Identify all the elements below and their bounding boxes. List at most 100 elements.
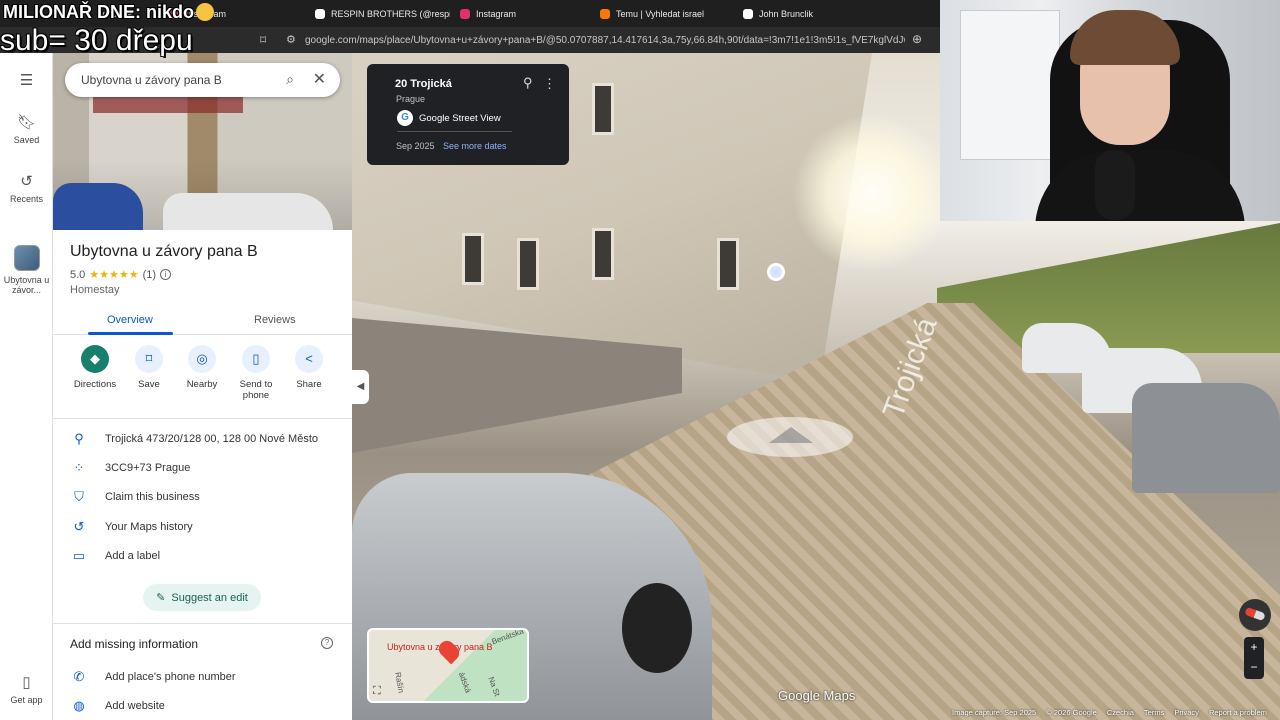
- streamer-hair: [1070, 10, 1180, 65]
- sv-city: Prague: [396, 94, 426, 104]
- navigation-arrow[interactable]: [727, 417, 853, 457]
- help-icon[interactable]: ?: [321, 637, 333, 649]
- saved-button[interactable]: 🔖︎ Saved: [0, 113, 53, 145]
- sv-address: 20 Trojická: [395, 78, 452, 90]
- terms-link[interactable]: Terms: [1144, 708, 1164, 720]
- google-logo-icon: G: [397, 110, 413, 126]
- place-category[interactable]: Homestay: [70, 284, 120, 296]
- history-icon: ↺: [73, 519, 85, 534]
- place-tabs: Overview Reviews: [53, 305, 352, 335]
- phone-icon: ✆: [73, 669, 85, 684]
- car-wheel: [622, 583, 692, 673]
- tab-overview[interactable]: Overview: [107, 314, 153, 326]
- directions-button[interactable]: ◆ Directions: [65, 345, 125, 390]
- add-phone-row[interactable]: ✆ Add place's phone number: [53, 666, 352, 688]
- place-thumbnail: [13, 245, 40, 271]
- minimap-street-label: Benátská: [490, 628, 525, 647]
- compass-icon[interactable]: [1239, 599, 1271, 631]
- window: [462, 233, 484, 285]
- window: [592, 83, 614, 135]
- recent-place-button[interactable]: Ubytovna u závor...: [0, 245, 53, 295]
- review-count[interactable]: (1): [143, 269, 156, 281]
- parked-car: [1132, 383, 1280, 493]
- share-button[interactable]: < Share: [279, 345, 339, 390]
- smile-emoji-icon: [196, 3, 214, 21]
- tiktok-icon: [315, 8, 325, 19]
- plus-code-icon: ⁘: [73, 460, 85, 475]
- location-pin-icon: ⚲: [74, 431, 84, 446]
- add-website-row[interactable]: ◍ Add website: [53, 695, 352, 717]
- browser-tab[interactable]: Instagram: [450, 0, 590, 27]
- add-label-row[interactable]: ▭ Add a label: [53, 545, 352, 567]
- get-app-button[interactable]: ▯ Get app: [0, 673, 53, 705]
- send-to-phone-icon: ▯: [242, 345, 270, 373]
- privacy-link[interactable]: Privacy: [1174, 708, 1199, 720]
- browser-tab[interactable]: RESPIN BROTHERS (@respinb: [305, 0, 450, 27]
- close-icon[interactable]: ✕: [313, 69, 326, 89]
- google-maps-logo: Google Maps: [778, 688, 856, 703]
- bookmark-icon[interactable]: ⌑: [260, 33, 266, 47]
- maps-history-row[interactable]: ↺ Your Maps history: [53, 516, 352, 538]
- stream-overlay-title: MILIONAŘ DNE: nikdo: [3, 2, 214, 23]
- location-pin-icon[interactable]: ⚲: [523, 75, 533, 91]
- rating-value: 5.0: [70, 268, 86, 281]
- window: [717, 238, 739, 290]
- tab-reviews[interactable]: Reviews: [254, 314, 296, 326]
- expand-icon[interactable]: ⛶: [373, 685, 381, 698]
- divider: [53, 623, 352, 624]
- bookmark-icon: ⌑: [135, 345, 163, 373]
- active-tab-indicator: [88, 332, 173, 335]
- site-settings-icon[interactable]: ⚙: [286, 33, 296, 46]
- label-icon: ▭: [72, 548, 86, 563]
- report-problem-link[interactable]: Report a problem: [1209, 708, 1267, 720]
- bookmark-icon: 🔖︎: [16, 114, 37, 131]
- zoom-icon[interactable]: ⊕: [912, 32, 922, 46]
- zoom-in-button[interactable]: +: [1244, 637, 1264, 657]
- verified-shield-icon: ⛉: [74, 489, 84, 504]
- globe-icon: ◍: [73, 698, 85, 713]
- save-button[interactable]: ⌑ Save: [119, 345, 179, 390]
- zoom-out-button[interactable]: −: [1244, 657, 1264, 677]
- browser-tab[interactable]: Temu | Vyhledat israel: [590, 0, 733, 27]
- action-buttons: ◆ Directions ⌑ Save ◎ Nearby ▯ Send to p…: [53, 345, 352, 415]
- see-more-dates-link[interactable]: See more dates: [443, 141, 507, 151]
- search-box[interactable]: Ubytovna u závory pana B ⌕ ✕: [65, 63, 340, 97]
- search-input[interactable]: Ubytovna u závory pana B: [81, 73, 222, 87]
- nearby-icon: ◎: [188, 345, 216, 373]
- browser-tab[interactable]: John Brunclik: [733, 0, 863, 27]
- parked-cars: [992, 293, 1280, 493]
- country-link[interactable]: Czechia: [1107, 708, 1134, 720]
- sun-glare: [792, 113, 952, 273]
- info-icon[interactable]: i: [160, 269, 172, 280]
- menu-icon: ☰: [19, 72, 34, 89]
- suggest-edit-button[interactable]: ✎ Suggest an edit: [143, 584, 261, 611]
- collapse-panel-button[interactable]: ◀: [352, 370, 369, 404]
- url-text[interactable]: google.com/maps/place/Ubytovna+u+závory+…: [305, 35, 905, 46]
- divider: [53, 418, 352, 419]
- recents-button[interactable]: ↺ Recents: [0, 172, 53, 204]
- minimap[interactable]: Ubytovna u závory pana B Benátská Rašín …: [367, 628, 529, 703]
- temu-icon: [600, 8, 610, 19]
- photo-car: [163, 193, 333, 230]
- more-options-icon[interactable]: ⋮: [543, 76, 556, 92]
- phone-icon: ▯: [22, 674, 31, 691]
- zoom-control: + −: [1244, 637, 1264, 679]
- address-row[interactable]: ⚲ Trojická 473/20/128 00, 128 00 Nové Mě…: [53, 428, 352, 450]
- star-rating: ★★★★★: [89, 269, 139, 281]
- place-panel: Ubytovna u závory pana B ⌕ ✕ Ubytovna u …: [53, 53, 352, 720]
- nearby-button[interactable]: ◎ Nearby: [172, 345, 232, 390]
- copyright-text: © 2026 Google: [1046, 708, 1097, 717]
- divider: [397, 131, 512, 132]
- menu-button[interactable]: ☰: [0, 71, 53, 93]
- search-icon[interactable]: ⌕: [286, 71, 294, 88]
- stream-overlay-sub: sub= 30 dřepu: [0, 24, 193, 57]
- claim-business-row[interactable]: ⛉ Claim this business: [53, 486, 352, 508]
- history-icon: ↺: [20, 173, 33, 190]
- place-marker-icon[interactable]: [767, 263, 785, 281]
- send-to-phone-button[interactable]: ▯ Send to phone: [226, 345, 286, 401]
- maps-side-rail: ☰ 🔖︎ Saved ↺ Recents Ubytovna u závor...…: [0, 53, 53, 720]
- plus-code-row[interactable]: ⁘ 3CC9+73 Prague: [53, 457, 352, 479]
- directions-icon: ◆: [81, 345, 109, 373]
- minimap-street-label: ádská: [456, 670, 473, 695]
- pencil-icon: ✎: [156, 592, 166, 604]
